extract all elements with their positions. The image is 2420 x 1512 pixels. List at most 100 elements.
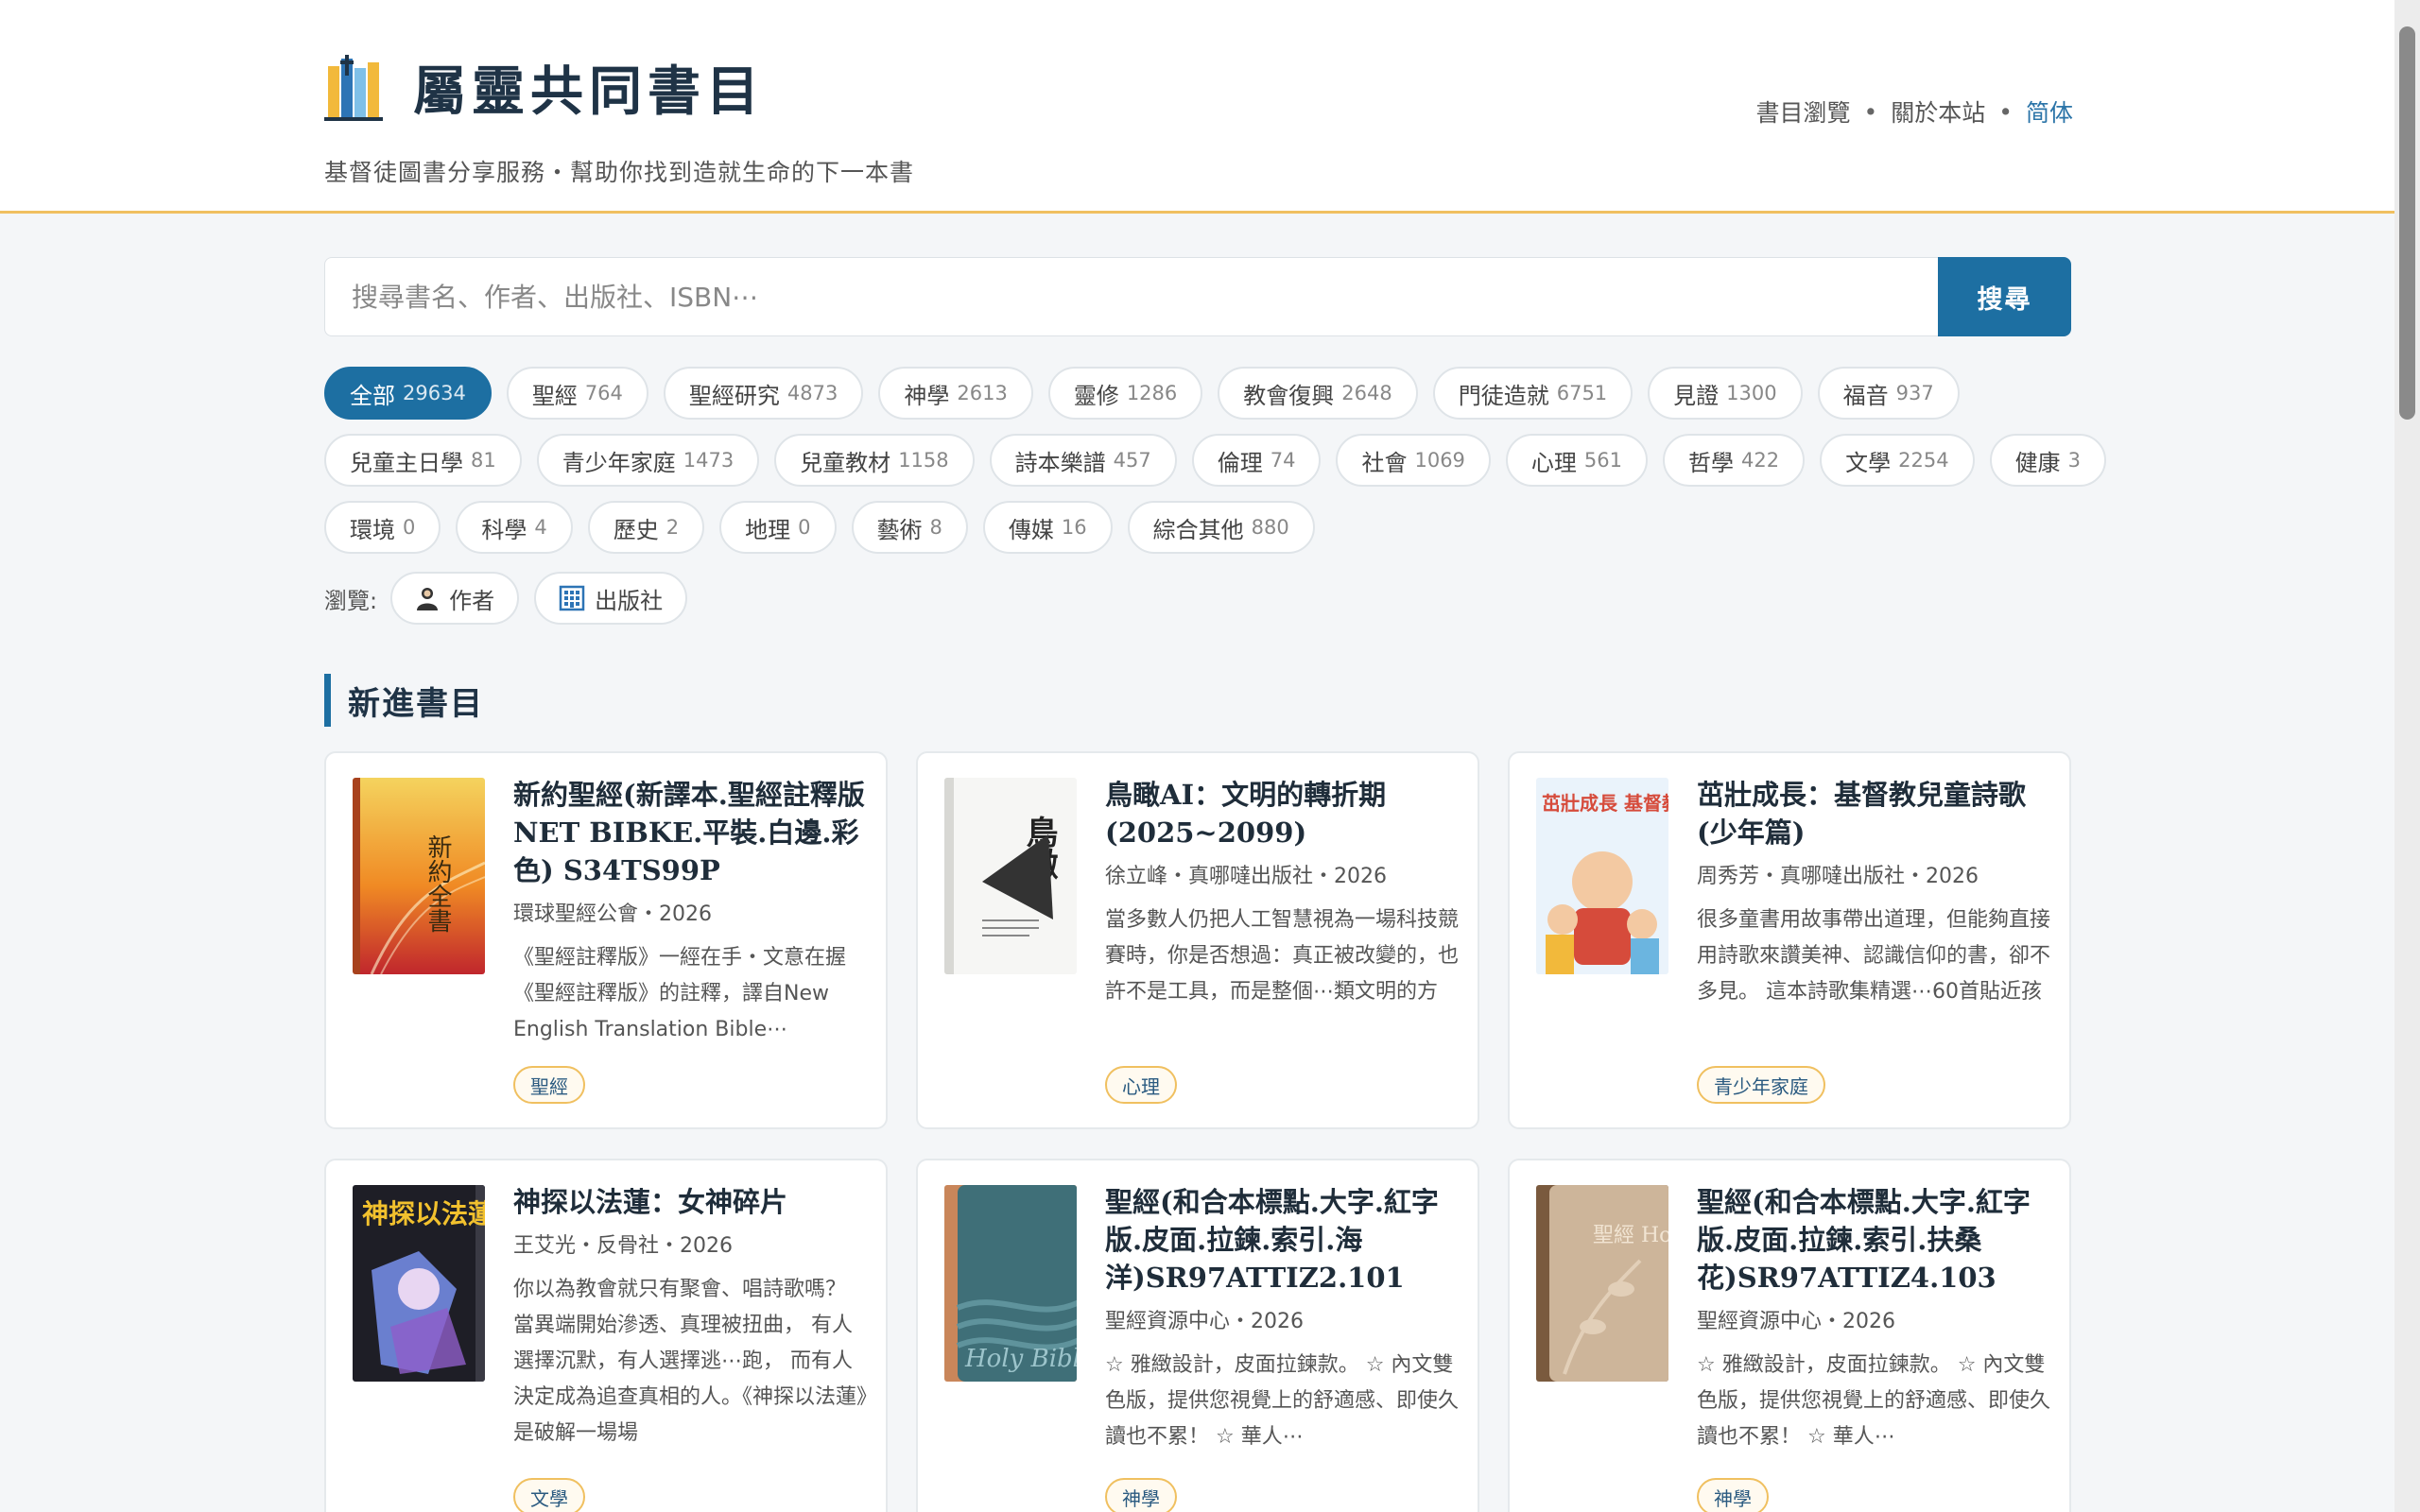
category-chip[interactable]: 聖經 764	[506, 367, 648, 420]
category-chip[interactable]: 心理 561	[1505, 434, 1649, 487]
category-chip[interactable]: 全部 29634	[324, 367, 492, 420]
search-button[interactable]: 搜尋	[1938, 257, 2071, 336]
category-chip[interactable]: 兒童主日學 81	[324, 434, 522, 487]
book-category-tag[interactable]: 心理	[1105, 1066, 1177, 1104]
category-chip[interactable]: 哲學 422	[1663, 434, 1806, 487]
book-cover[interactable]: 神探以法蓮	[353, 1185, 485, 1382]
category-chip-label: 門徒造就	[1458, 382, 1549, 409]
book-description: 很多童書用故事帶出道理，但能夠直接用詩歌來讚美神、認識信仰的書，卻不多見。 這本…	[1697, 908, 2051, 1004]
category-chip[interactable]: 倫理 74	[1191, 434, 1322, 487]
category-chip[interactable]: 傳媒 16	[982, 501, 1113, 554]
book-category-tag[interactable]: 神學	[1105, 1478, 1177, 1512]
category-chip-count: 6751	[1556, 382, 1608, 404]
book-title[interactable]: 茁壯成長：基督教兒童詩歌(少年篇)	[1697, 776, 2052, 851]
category-chip[interactable]: 靈修 1286	[1047, 367, 1203, 420]
category-chip[interactable]: 環境 0	[324, 501, 441, 554]
book-description: 你以為教會就只有聚會、唱詩歌嗎？ 當異端開始滲透、真理被扭曲， 有人選擇沉默，有…	[513, 1278, 868, 1445]
page-scrollbar[interactable]	[2394, 0, 2420, 1512]
book-category-tag[interactable]: 青少年家庭	[1697, 1066, 1825, 1104]
nav-separator: •	[1863, 97, 1878, 126]
book-cover-image: 茁壯成長 基督教兒童詩	[1536, 778, 1668, 974]
category-chip[interactable]: 綜合其他 880	[1127, 501, 1315, 554]
nav-about-link[interactable]: 關於本站	[1891, 94, 1985, 129]
book-cover-image: 鳥瞰	[944, 778, 1077, 974]
category-chip[interactable]: 健康 3	[1989, 434, 2106, 487]
book-title[interactable]: 新約聖經(新譯本.聖經註釋版NET BIBKE.平裝.白邊.彩色) S34TS9…	[513, 776, 869, 889]
book-card[interactable]: Holy Bible 聖經(和合本標點.大字.紅字版.皮面.拉鍊.索引.海洋)S…	[916, 1159, 1479, 1512]
books-logo-icon	[324, 54, 383, 121]
category-chip-label: 見證	[1673, 382, 1720, 409]
category-chip[interactable]: 藝術 8	[851, 501, 968, 554]
category-filter: 全部 29634 聖經 764 聖經研究 4873 神學 2613 靈修 1286 教會復興 2648…	[324, 367, 2106, 568]
category-chip[interactable]: 科學 4	[456, 501, 573, 554]
category-chip-count: 2	[666, 516, 680, 539]
scrollbar-thumb[interactable]	[2399, 26, 2415, 420]
category-chip[interactable]: 福音 937	[1817, 367, 1960, 420]
book-cover[interactable]: 鳥瞰	[944, 778, 1077, 974]
browse-author-button[interactable]: 作者	[390, 572, 520, 625]
category-chip-count: 1300	[1726, 382, 1777, 404]
category-chip[interactable]: 見證 1300	[1648, 367, 1803, 420]
site-tagline: 基督徒圖書分享服務・幫助你找到造就生命的下一本書	[324, 159, 915, 186]
book-category-tag[interactable]: 聖經	[513, 1066, 585, 1104]
category-chip[interactable]: 文學 2254	[1820, 434, 1975, 487]
book-category-tag[interactable]: 神學	[1697, 1478, 1769, 1512]
category-chip-label: 心理	[1530, 449, 1577, 476]
category-chip[interactable]: 門徒造就 6751	[1432, 367, 1634, 420]
book-meta: 周秀芳・真哪噠出版社・2026	[1697, 865, 1979, 888]
book-cover[interactable]: Holy Bible	[944, 1185, 1077, 1382]
category-chip-label: 科學	[481, 516, 527, 543]
header-inner: 屬靈共同書目 基督徒圖書分享服務・幫助你找到造就生命的下一本書 書目瀏覽 • 關…	[324, 49, 2073, 188]
book-card[interactable]: 新約全書 新約聖經(新譯本.聖經註釋版NET BIBKE.平裝.白邊.彩色) S…	[324, 751, 888, 1129]
category-chip-label: 倫理	[1217, 449, 1263, 476]
category-chip-label: 歷史	[613, 516, 659, 543]
category-chip-row: 全部 29634 聖經 764 聖經研究 4873 神學 2613 靈修 1286 教會復興 2648…	[324, 367, 2083, 420]
category-chip[interactable]: 社會 1069	[1336, 434, 1491, 487]
category-chip-count: 29634	[403, 382, 466, 404]
browse-publisher-button[interactable]: 出版社	[534, 572, 688, 625]
category-chip[interactable]: 教會復興 2648	[1218, 367, 1418, 420]
book-card[interactable]: 茁壯成長 基督教兒童詩 茁壯成長：基督教兒童詩歌(少年篇) 周秀芳・真哪噠出版社…	[1508, 751, 2071, 1129]
book-info: 神探以法蓮：女神碎片 王艾光・反骨社・2026 你以為教會就只有聚會、唱詩歌嗎？…	[513, 1183, 869, 1452]
book-title[interactable]: 聖經(和合本標點.大字.紅字版.皮面.拉鍊.索引.扶桑花)SR97ATTIZ4.…	[1697, 1183, 2052, 1297]
search-input[interactable]	[325, 258, 1939, 335]
section-title: 新進書目	[324, 674, 484, 727]
top-nav: 書目瀏覽 • 關於本站 • 简体	[1755, 94, 2073, 129]
category-chip-count: 1158	[898, 449, 949, 472]
book-title[interactable]: 神探以法蓮：女神碎片	[513, 1183, 869, 1221]
browse-publisher-label: 出版社	[595, 587, 664, 614]
category-chip[interactable]: 兒童教材 1158	[774, 434, 975, 487]
svg-text:神探以法蓮: 神探以法蓮	[362, 1198, 485, 1229]
book-cover[interactable]: 聖經 Holy Bible	[1536, 1185, 1668, 1382]
category-chip-row: 兒童主日學 81 青少年家庭 1473 兒童教材 1158 詩本樂譜 457 倫理 74 社會 106…	[324, 434, 2106, 487]
nav-browse-link[interactable]: 書目瀏覽	[1755, 94, 1850, 129]
book-card[interactable]: 鳥瞰 鳥瞰AI：文明的轉折期(2025~2099) 徐立峰・真哪噠出版社・202…	[916, 751, 1479, 1129]
book-card[interactable]: 神探以法蓮 神探以法蓮：女神碎片 王艾光・反骨社・2026 你以為教會就只有聚會…	[324, 1159, 888, 1512]
book-cover[interactable]: 茁壯成長 基督教兒童詩	[1536, 778, 1668, 974]
category-chip[interactable]: 地理 0	[719, 501, 837, 554]
category-chip-label: 綜合其他	[1152, 516, 1244, 543]
category-chip[interactable]: 詩本樂譜 457	[989, 434, 1177, 487]
category-chip-label: 聖經研究	[688, 382, 780, 409]
book-category-tag[interactable]: 文學	[513, 1478, 585, 1512]
nav-simplified-link[interactable]: 简体	[2026, 94, 2073, 129]
book-title[interactable]: 聖經(和合本標點.大字.紅字版.皮面.拉鍊.索引.海洋)SR97ATTIZ2.1…	[1105, 1183, 1461, 1297]
book-cover[interactable]: 新約全書	[353, 778, 485, 974]
category-chip[interactable]: 青少年家庭 1473	[536, 434, 760, 487]
category-chip[interactable]: 聖經研究 4873	[663, 367, 864, 420]
category-chip-label: 哲學	[1688, 449, 1735, 476]
category-chip-label: 傳媒	[1008, 516, 1054, 543]
book-description: ☆ 雅緻設計，皮面拉鍊款。 ☆ 內文雙色版，提供您視覺上的舒適感、即使久讀也不累…	[1697, 1353, 2051, 1449]
category-chip[interactable]: 歷史 2	[587, 501, 705, 554]
category-chip-count: 81	[471, 449, 496, 472]
book-title[interactable]: 鳥瞰AI：文明的轉折期(2025~2099)	[1105, 776, 1461, 851]
category-chip-label: 靈修	[1073, 382, 1119, 409]
svg-text:新約全書: 新約全書	[424, 834, 452, 933]
category-chip[interactable]: 神學 2613	[878, 367, 1033, 420]
category-chip-label: 青少年家庭	[562, 449, 676, 476]
book-card[interactable]: 聖經 Holy Bible 聖經(和合本標點.大字.紅字版.皮面.拉鍊.索引.扶…	[1508, 1159, 2071, 1512]
category-chip-label: 社會	[1361, 449, 1408, 476]
category-chip-label: 環境	[350, 516, 395, 543]
svg-text:Holy Bible: Holy Bible	[964, 1345, 1077, 1373]
book-cover-image: 聖經 Holy Bible	[1536, 1185, 1668, 1382]
